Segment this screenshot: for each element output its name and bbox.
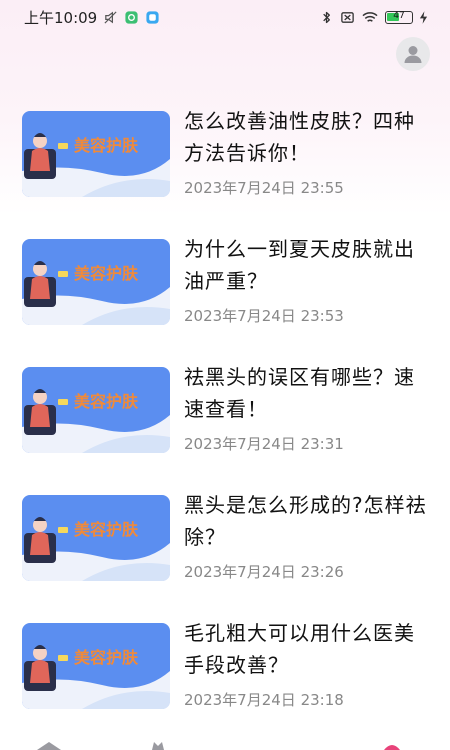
user-avatar-button[interactable] <box>396 37 430 71</box>
beauty-banner-image: 美容护肤 <box>22 367 170 453</box>
tab-category-icon[interactable] <box>150 740 166 750</box>
article-title[interactable]: 祛黑头的误区有哪些？速速查看！ <box>184 361 432 425</box>
article-item[interactable]: 美容护肤 祛黑头的误区有哪些？速速查看！ 2023年7月24日 23:31 <box>22 365 432 457</box>
sim-disabled-icon <box>341 11 354 23</box>
status-time: 上午10:09 <box>24 8 98 27</box>
beauty-banner-image: 美容护肤 <box>22 623 170 709</box>
user-avatar-icon <box>404 46 422 63</box>
article-thumbnail: 美容护肤 <box>22 495 170 581</box>
article-item[interactable]: 美容护肤 毛孔粗大可以用什么医美手段改善？ 2023年7月24日 23:18 <box>22 621 432 713</box>
article-title[interactable]: 黑头是怎么形成的?怎样祛除？ <box>184 489 432 553</box>
article-thumbnail: 美容护肤 <box>22 623 170 709</box>
svg-text:美容护肤: 美容护肤 <box>74 392 139 411</box>
battery-indicator: 47 <box>385 10 413 24</box>
tab-profile-icon[interactable] <box>382 740 402 750</box>
svg-text:美容护肤: 美容护肤 <box>74 264 139 283</box>
article-title[interactable]: 毛孔粗大可以用什么医美手段改善？ <box>184 617 432 681</box>
bottom-tab-bar <box>0 740 450 750</box>
app-notification-icon-2 <box>146 10 159 24</box>
article-date: 2023年7月24日 23:53 <box>184 307 344 325</box>
status-right: 47 <box>319 10 428 25</box>
charging-icon <box>419 10 428 24</box>
article-thumbnail: 美容护肤 <box>22 111 170 197</box>
article-thumbnail: 美容护肤 <box>22 367 170 453</box>
status-bar: 上午10:09 47 <box>0 0 450 34</box>
app-notification-icon <box>125 10 138 24</box>
tab-home-icon[interactable] <box>34 740 64 750</box>
svg-text:美容护肤: 美容护肤 <box>74 520 139 539</box>
beauty-banner-image: 美容护肤 <box>22 239 170 325</box>
battery-level: 47 <box>393 10 405 21</box>
beauty-banner-image: 美容护肤 <box>22 495 170 581</box>
article-item[interactable]: 美容护肤 为什么一到夏天皮肤就出油严重？ 2023年7月24日 23:53 <box>22 237 432 329</box>
article-date: 2023年7月24日 23:31 <box>184 435 344 453</box>
beauty-banner-image: 美容护肤 <box>22 111 170 197</box>
wifi-icon <box>362 11 378 22</box>
article-title[interactable]: 为什么一到夏天皮肤就出油严重？ <box>184 233 432 297</box>
status-left: 上午10:09 <box>24 7 160 28</box>
article-date: 2023年7月24日 23:18 <box>184 691 344 709</box>
article-thumbnail: 美容护肤 <box>22 239 170 325</box>
bluetooth-icon <box>323 11 330 23</box>
article-date: 2023年7月24日 23:26 <box>184 563 344 581</box>
article-item[interactable]: 美容护肤 怎么改善油性皮肤？四种方法告诉你！ 2023年7月24日 23:55 <box>22 109 432 201</box>
mute-icon <box>104 10 117 24</box>
svg-text:美容护肤: 美容护肤 <box>74 136 139 155</box>
article-title[interactable]: 怎么改善油性皮肤？四种方法告诉你！ <box>184 105 432 169</box>
article-item[interactable]: 美容护肤 黑头是怎么形成的?怎样祛除？ 2023年7月24日 23:26 <box>22 493 432 585</box>
svg-text:美容护肤: 美容护肤 <box>74 648 139 667</box>
article-date: 2023年7月24日 23:55 <box>184 179 344 197</box>
